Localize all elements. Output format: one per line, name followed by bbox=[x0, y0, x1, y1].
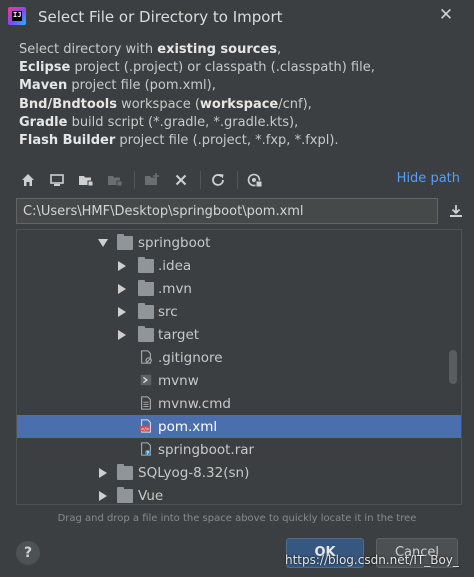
tree-item-label: pom.xml bbox=[158, 418, 218, 435]
tree-item-label: springboot.rar bbox=[158, 441, 255, 458]
desc-intro-bold: existing sources bbox=[157, 42, 277, 57]
desc-line-text: build script (*.gradle, *.gradle.kts), bbox=[67, 114, 299, 130]
dialog-title: Select File or Directory to Import bbox=[38, 8, 283, 26]
watermark: https://blog.csdn.net/IT_Boy_ bbox=[285, 553, 459, 567]
desc-line-text: workspace ( bbox=[116, 96, 200, 112]
tree-item-label: src bbox=[158, 303, 178, 320]
collapse-arrow-icon[interactable] bbox=[118, 261, 126, 271]
folder-icon bbox=[138, 257, 154, 273]
tree-item-label: mvnw bbox=[158, 372, 199, 389]
description-line-eclipse: Eclipse project (.project) or classpath … bbox=[19, 59, 459, 77]
desc-line-bold: Maven bbox=[19, 78, 68, 94]
collapse-arrow-icon[interactable] bbox=[118, 307, 126, 317]
toolbar-separator bbox=[237, 171, 238, 189]
description-line-bnd: Bnd/Bndtools workspace (workspace/cnf), bbox=[19, 96, 459, 114]
unknown-file-icon: ? bbox=[141, 442, 151, 456]
delete-icon[interactable] bbox=[169, 168, 193, 192]
folder-icon bbox=[117, 464, 133, 480]
path-row bbox=[16, 198, 466, 224]
drag-drop-hint: Drag and drop a file into the space abov… bbox=[57, 513, 417, 524]
text-file-icon bbox=[141, 396, 151, 410]
tree-item-label: mvnw.cmd bbox=[158, 395, 231, 412]
toolbar-separator bbox=[200, 171, 201, 189]
desktop-icon[interactable] bbox=[45, 168, 69, 192]
desc-line-bold: Flash Builder bbox=[19, 133, 116, 149]
folder-icon bbox=[117, 487, 133, 503]
tree-item-vue[interactable]: Vue bbox=[17, 484, 461, 504]
intellij-app-icon: IJ bbox=[8, 7, 26, 25]
refresh-icon[interactable] bbox=[206, 168, 230, 192]
project-folder-icon[interactable] bbox=[74, 168, 98, 192]
tree-item-label: SQLyog-8.32(sn) bbox=[138, 464, 250, 481]
desc-line-bold: workspace bbox=[199, 96, 279, 112]
collapse-arrow-icon[interactable] bbox=[99, 468, 107, 478]
file-chooser-toolbar: Hide path bbox=[16, 168, 466, 192]
tree-item-gitignore[interactable]: .gitignore bbox=[17, 346, 461, 369]
tree-item-mvnw-cmd[interactable]: mvnw.cmd bbox=[17, 392, 461, 415]
help-button[interactable]: ? bbox=[16, 541, 40, 565]
toolbar-separator bbox=[134, 171, 135, 189]
tree-item-label: .idea bbox=[158, 257, 192, 274]
folder-icon bbox=[117, 234, 133, 250]
description-line-gradle: Gradle build script (*.gradle, *.gradle.… bbox=[19, 114, 459, 132]
path-input[interactable] bbox=[16, 198, 438, 224]
desc-line-bold: Gradle bbox=[19, 114, 68, 130]
expand-arrow-icon[interactable] bbox=[98, 239, 108, 247]
close-icon[interactable]: ✕ bbox=[436, 5, 456, 25]
maven-file-icon: </> bbox=[139, 419, 151, 433]
app-icon-text: IJ bbox=[13, 11, 22, 19]
collapse-arrow-icon[interactable] bbox=[99, 491, 107, 501]
desc-line-text: project file (pom.xml), bbox=[67, 78, 216, 94]
collapse-arrow-icon[interactable] bbox=[118, 284, 126, 294]
show-hidden-icon[interactable] bbox=[243, 168, 267, 192]
desc-intro-prefix: Select directory with bbox=[19, 42, 158, 57]
tree-item-sqlyog[interactable]: SQLyog-8.32(sn) bbox=[17, 461, 461, 484]
tree-item-target[interactable]: target bbox=[17, 323, 461, 346]
desc-line-bold: Bnd/Bndtools bbox=[19, 96, 117, 112]
folder-icon bbox=[138, 280, 154, 296]
gitignore-file-icon bbox=[141, 350, 152, 364]
description-line-maven: Maven project file (pom.xml), bbox=[19, 77, 459, 95]
folder-icon bbox=[138, 326, 154, 342]
tree-item-src[interactable]: src bbox=[17, 300, 461, 323]
desc-intro-suffix: , bbox=[277, 42, 282, 57]
new-folder-icon[interactable] bbox=[140, 168, 164, 192]
tree-scrollbar-thumb[interactable] bbox=[449, 350, 457, 384]
desc-line-text: /cnf), bbox=[278, 96, 312, 112]
tree-item-mvnw[interactable]: mvnw bbox=[17, 369, 461, 392]
tree-item-label: .mvn bbox=[158, 280, 192, 297]
download-icon[interactable] bbox=[446, 201, 466, 221]
desc-line-bold: Eclipse bbox=[19, 60, 71, 76]
tree-item-label: springboot bbox=[138, 234, 211, 251]
dialog-titlebar: IJ Select File or Directory to Import ✕ bbox=[0, 0, 474, 34]
file-tree[interactable]: springboot .idea .mvn src target .gitign… bbox=[16, 229, 462, 505]
folder-icon bbox=[138, 303, 154, 319]
description-intro: Select directory with existing sources, bbox=[19, 41, 459, 59]
module-folder-icon[interactable] bbox=[103, 168, 127, 192]
collapse-arrow-icon[interactable] bbox=[118, 330, 126, 340]
desc-line-text: project (.project) or classpath (.classp… bbox=[70, 60, 375, 76]
tree-item-label: Vue bbox=[138, 487, 164, 504]
hide-path-link[interactable]: Hide path bbox=[397, 171, 460, 186]
tree-item-springboot[interactable]: springboot bbox=[17, 231, 461, 254]
tree-item-mvn[interactable]: .mvn bbox=[17, 277, 461, 300]
desc-line-text: project file (.project, *.fxp, *.fxpl). bbox=[115, 133, 339, 149]
description-line-flash: Flash Builder project file (.project, *.… bbox=[19, 132, 459, 150]
tree-item-pom-xml[interactable]: </> pom.xml bbox=[17, 415, 461, 438]
svg-text:</>: </> bbox=[141, 426, 150, 432]
description: Select directory with existing sources, … bbox=[19, 41, 459, 150]
tree-item-idea[interactable]: .idea bbox=[17, 254, 461, 277]
script-file-icon bbox=[140, 374, 152, 386]
tree-item-label: .gitignore bbox=[158, 349, 223, 366]
tree-item-springboot-rar[interactable]: ? springboot.rar bbox=[17, 438, 461, 461]
tree-item-label: target bbox=[158, 326, 200, 343]
home-icon[interactable] bbox=[16, 168, 40, 192]
